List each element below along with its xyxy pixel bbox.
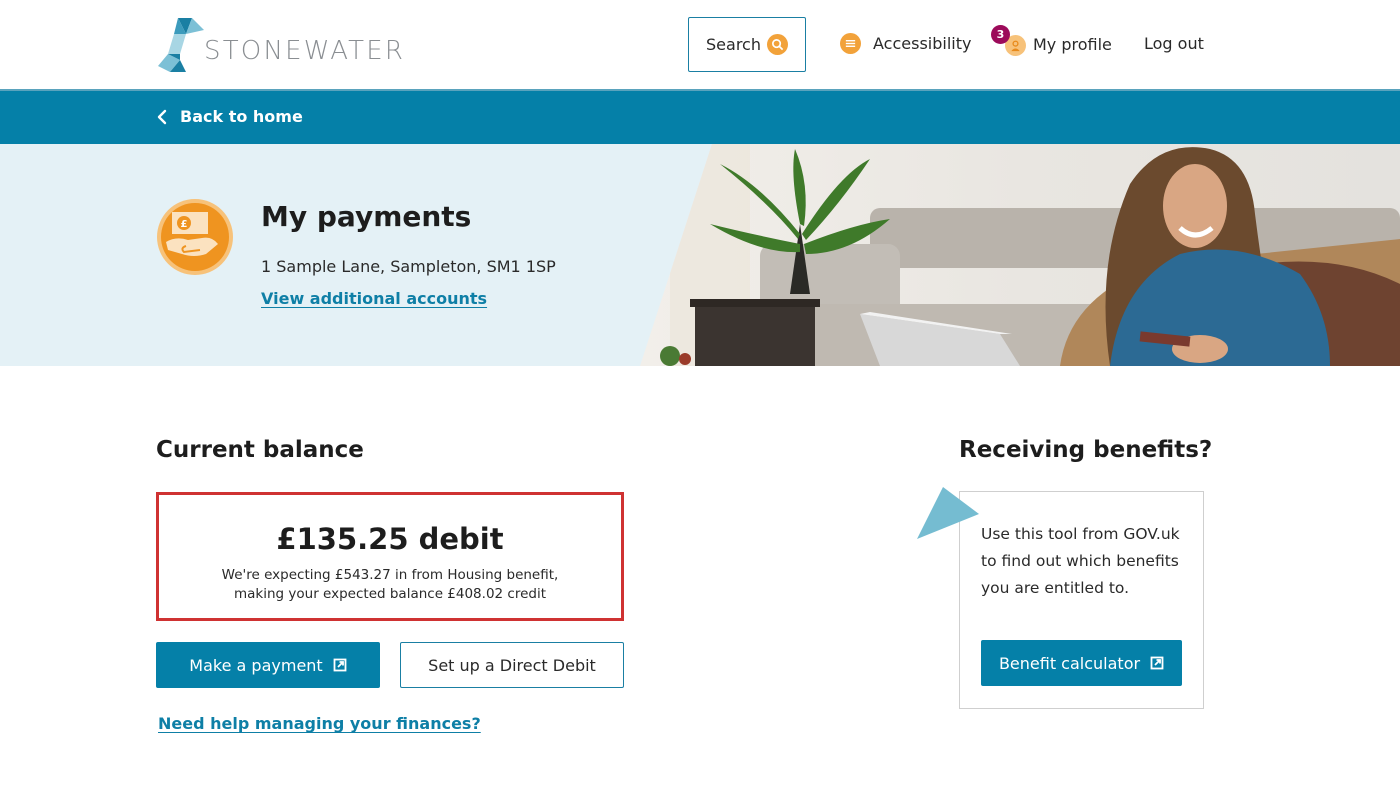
profile-label: My profile — [1033, 34, 1112, 54]
page-title: My payments — [261, 200, 472, 233]
notification-badge: 3 — [991, 25, 1010, 44]
logo-wordmark: STONEWATER — [204, 36, 406, 66]
hand-money-icon: £ — [157, 199, 233, 275]
balance-summary-box: £135.25 debit We're expecting £543.27 in… — [156, 492, 624, 621]
profile-icon-group: 3 — [991, 25, 1026, 56]
page-hero: £ My payments 1 Sample Lane, Sampleton, … — [0, 144, 1400, 366]
setup-direct-debit-button[interactable]: Set up a Direct Debit — [400, 642, 624, 688]
expected-balance-line-2: making your expected balance £408.02 cre… — [233, 586, 547, 602]
hero-photo-woman-paying-online — [640, 144, 1400, 366]
my-profile-link[interactable]: 3 My profile — [991, 25, 1112, 56]
benefits-description: Use this tool from GOV.uk to find out wh… — [981, 525, 1180, 597]
accessibility-icon — [840, 33, 861, 54]
view-additional-accounts-link[interactable]: View additional accounts — [261, 289, 487, 308]
logo-mark-icon — [158, 18, 204, 72]
receiving-benefits-heading: Receiving benefits? — [959, 437, 1213, 463]
accessibility-link[interactable]: Accessibility — [840, 33, 971, 54]
external-link-icon — [333, 658, 347, 672]
svg-text:£: £ — [181, 219, 188, 230]
external-link-icon — [1150, 656, 1164, 670]
balance-amount: £135.25 debit — [276, 522, 504, 556]
search-label: Search — [706, 35, 761, 54]
direct-debit-label: Set up a Direct Debit — [428, 655, 596, 675]
make-payment-button[interactable]: Make a payment — [156, 642, 380, 688]
logout-link[interactable]: Log out — [1144, 34, 1204, 53]
benefit-calculator-button[interactable]: Benefit calculator — [981, 640, 1182, 686]
expected-balance-line-1: We're expecting £543.27 in from Housing … — [221, 567, 559, 583]
stonewater-logo[interactable]: STONEWATER — [156, 16, 416, 74]
site-header: STONEWATER Search Accessibility 3 My pro… — [0, 0, 1400, 89]
benefit-calculator-label: Benefit calculator — [998, 653, 1141, 673]
benefits-card: Use this tool from GOV.uk to find out wh… — [959, 491, 1204, 709]
current-balance-heading: Current balance — [156, 437, 364, 463]
back-label: Back to home — [180, 107, 303, 126]
back-to-home-link[interactable]: Back to home — [156, 107, 303, 126]
decorative-pointer-triangle — [917, 487, 979, 539]
chevron-left-icon — [157, 109, 167, 124]
search-button[interactable]: Search — [688, 17, 806, 72]
expected-balance-note: We're expecting £543.27 in from Housing … — [159, 566, 621, 604]
back-navigation-bar: Back to home — [0, 89, 1400, 144]
property-address: 1 Sample Lane, Sampleton, SM1 1SP — [261, 257, 556, 276]
accessibility-label: Accessibility — [873, 34, 972, 53]
finances-help-link[interactable]: Need help managing your finances? — [158, 714, 481, 733]
search-icon — [766, 34, 788, 55]
make-payment-label: Make a payment — [189, 655, 323, 675]
